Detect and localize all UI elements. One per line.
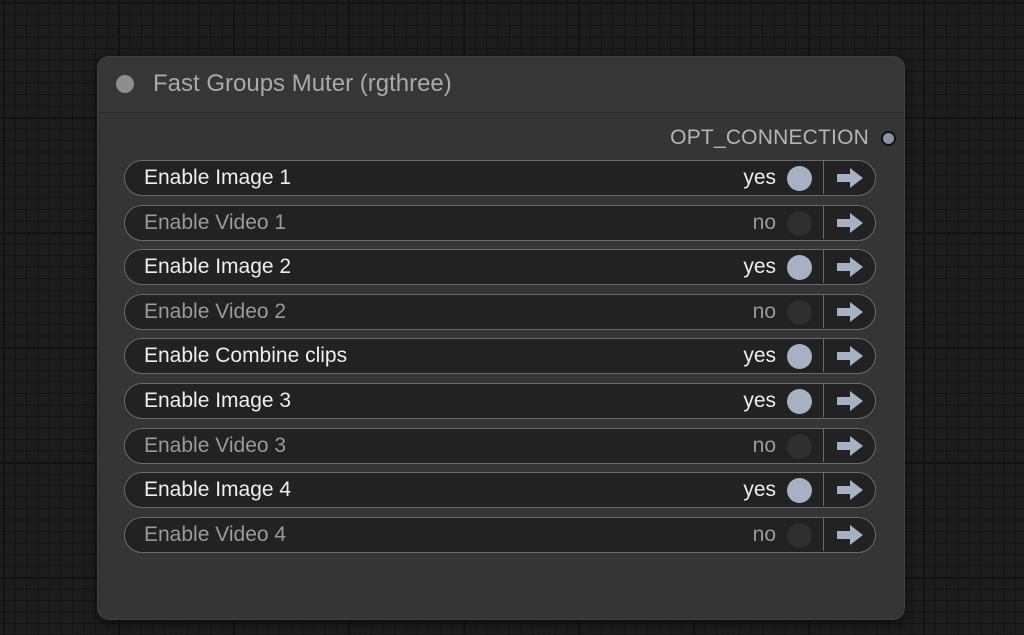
row-label: Enable Video 3 <box>144 433 287 457</box>
fast-groups-muter-node[interactable]: Fast Groups Muter (rgthree) OPT_CONNECTI… <box>97 56 905 620</box>
row-label: Enable Image 4 <box>144 478 292 502</box>
collapse-dot-icon[interactable] <box>116 75 134 93</box>
toggle-indicator[interactable] <box>787 478 812 504</box>
toggle-indicator[interactable] <box>787 344 812 370</box>
row-label: Enable Video 4 <box>144 522 287 546</box>
row-label: Enable Image 3 <box>144 388 292 412</box>
arrow-right-icon[interactable] <box>835 255 865 279</box>
output-slot: OPT_CONNECTION <box>670 125 896 151</box>
group-row-image-4[interactable]: Enable Image 4 yes <box>124 472 876 509</box>
group-row-video-3[interactable]: Enable Video 3 no <box>124 427 876 464</box>
row-state: yes <box>743 478 776 502</box>
toggle-indicator[interactable] <box>787 166 812 191</box>
row-state: yes <box>743 388 776 412</box>
divider <box>822 339 824 373</box>
output-connector-dot[interactable] <box>881 130 896 146</box>
toggle-indicator[interactable] <box>787 522 812 548</box>
divider <box>822 161 824 194</box>
toggle-indicator[interactable] <box>787 210 812 236</box>
row-label: Enable Video 2 <box>144 299 287 323</box>
row-label: Enable Video 1 <box>144 210 287 234</box>
divider <box>822 473 824 507</box>
output-label: OPT_CONNECTION <box>670 126 869 149</box>
arrow-right-icon[interactable] <box>835 389 865 413</box>
toggle-indicator[interactable] <box>787 255 812 281</box>
arrow-right-icon[interactable] <box>835 434 865 458</box>
group-row-video-1[interactable]: Enable Video 1 no <box>124 204 876 241</box>
arrow-right-icon[interactable] <box>835 300 865 324</box>
arrow-right-icon[interactable] <box>835 166 865 190</box>
arrow-right-icon[interactable] <box>835 523 865 547</box>
group-row-video-2[interactable]: Enable Video 2 no <box>124 293 876 330</box>
node-header[interactable]: Fast Groups Muter (rgthree) <box>98 57 904 113</box>
group-row-image-3[interactable]: Enable Image 3 yes <box>124 382 876 419</box>
row-state: no <box>752 433 776 457</box>
divider <box>822 517 824 551</box>
divider <box>822 428 824 462</box>
arrow-right-icon[interactable] <box>835 478 865 502</box>
divider <box>822 294 824 328</box>
row-state: yes <box>743 166 776 189</box>
row-state: no <box>752 299 776 323</box>
row-state: no <box>752 522 776 546</box>
group-row-image-1[interactable]: Enable Image 1 yes <box>124 160 876 196</box>
node-title: Fast Groups Muter (rgthree) <box>153 70 452 97</box>
row-label: Enable Image 1 <box>144 166 292 189</box>
row-state: no <box>752 210 776 234</box>
divider <box>822 383 824 417</box>
row-state: yes <box>743 255 776 279</box>
group-row-combine-clips[interactable]: Enable Combine clips yes <box>124 338 876 375</box>
row-state: yes <box>743 344 776 368</box>
row-label: Enable Image 2 <box>144 255 292 279</box>
toggle-indicator[interactable] <box>787 433 812 459</box>
row-label: Enable Combine clips <box>144 344 348 368</box>
divider <box>822 250 824 284</box>
group-row-image-2[interactable]: Enable Image 2 yes <box>124 249 876 286</box>
arrow-right-icon[interactable] <box>835 344 865 368</box>
toggle-indicator[interactable] <box>787 299 812 325</box>
divider <box>822 205 824 239</box>
graph-canvas[interactable]: { "node": { "title": "Fast Groups Muter … <box>0 0 1024 635</box>
group-toggle-list: Enable Image 1 yes Enable Video 1 no Ena… <box>124 160 876 561</box>
arrow-right-icon[interactable] <box>835 211 865 235</box>
toggle-indicator[interactable] <box>787 388 812 414</box>
group-row-video-4[interactable]: Enable Video 4 no <box>124 516 876 553</box>
